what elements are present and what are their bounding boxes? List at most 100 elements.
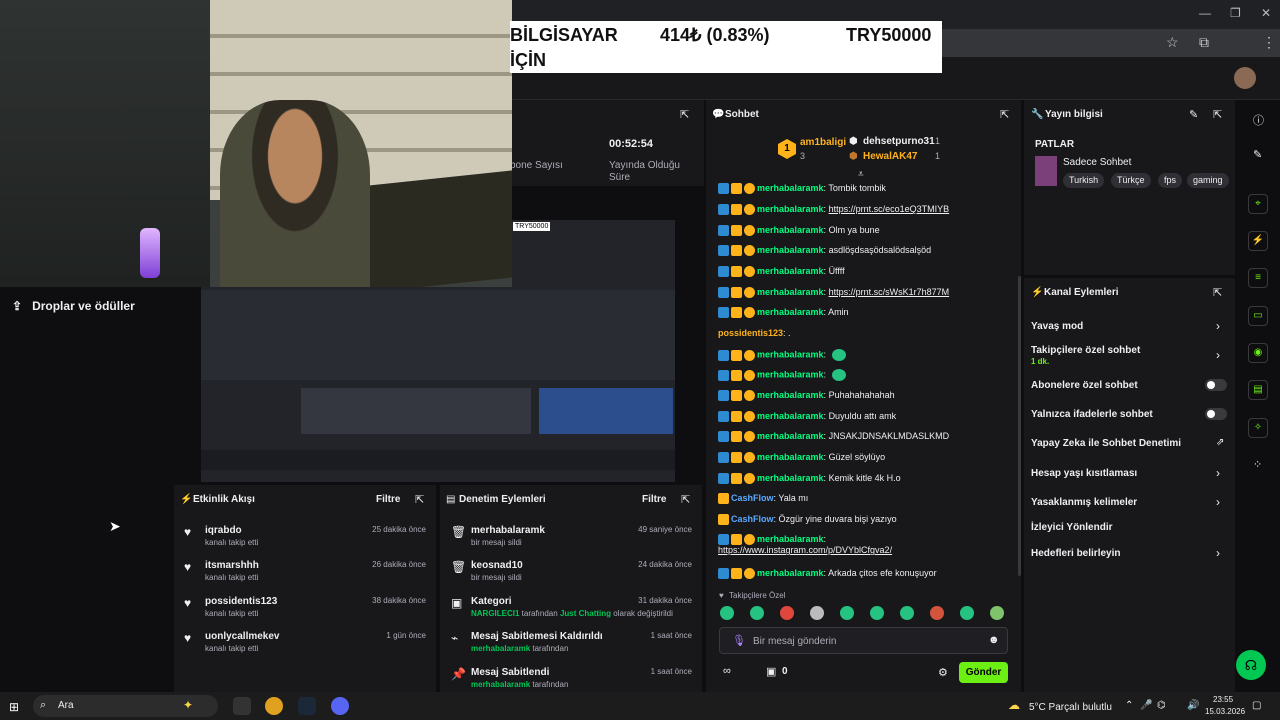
maximize-icon[interactable]: ❐ bbox=[1230, 6, 1241, 20]
extensions-icon[interactable]: ⧉ bbox=[1199, 34, 1209, 51]
popout-icon[interactable]: ⇱ bbox=[680, 108, 689, 121]
windows-start-icon[interactable]: ⊞ bbox=[9, 700, 19, 714]
goals-action[interactable]: Hedefleri belirleyin bbox=[1031, 548, 1120, 559]
close-icon[interactable]: ✕ bbox=[1261, 6, 1271, 20]
emote-icon[interactable] bbox=[960, 606, 974, 620]
chat-input[interactable]: 🎙 Bir mesaj gönderin ☻ bbox=[719, 627, 1008, 654]
emoji-icon[interactable]: ☻ bbox=[988, 634, 1000, 646]
emote-icon[interactable] bbox=[810, 606, 824, 620]
pencil-icon[interactable]: ✎ bbox=[1253, 148, 1262, 161]
steam-app-icon[interactable] bbox=[298, 697, 316, 715]
category-thumbnail[interactable] bbox=[1035, 156, 1057, 186]
focus-icon[interactable]: ⌖ bbox=[1248, 194, 1268, 214]
leader-name[interactable]: am1baligi bbox=[800, 137, 846, 148]
chevron-right-icon[interactable]: › bbox=[1216, 319, 1220, 333]
chrome-app-icon[interactable] bbox=[265, 697, 283, 715]
emote-icon[interactable] bbox=[930, 606, 944, 620]
chat-username[interactable]: merhabalaramk bbox=[757, 534, 824, 544]
obs-app-icon[interactable] bbox=[233, 697, 251, 715]
emote-icon[interactable] bbox=[900, 606, 914, 620]
list-icon[interactable]: ≡ bbox=[1248, 268, 1268, 288]
chat-username[interactable]: merhabalaramk bbox=[757, 431, 824, 441]
chat-username[interactable]: possidentis123 bbox=[718, 328, 783, 338]
banned-words-action[interactable]: Yasaklanmış kelimeler bbox=[1031, 497, 1137, 508]
chevron-down-icon[interactable]: ⩡ bbox=[858, 169, 864, 180]
send-button[interactable]: Gönder bbox=[959, 662, 1008, 683]
external-link-icon[interactable]: ⇗ bbox=[1216, 437, 1224, 448]
chevron-right-icon[interactable]: › bbox=[1216, 495, 1220, 509]
edit-pencil-icon[interactable]: ✎ bbox=[1189, 108, 1198, 121]
moderation-sub-user[interactable]: merhabalaramk bbox=[471, 644, 530, 653]
broadcast-icon[interactable]: ◉ bbox=[1248, 343, 1268, 363]
leader2-name[interactable]: dehsetpurno31 bbox=[863, 136, 935, 147]
layout-icon[interactable]: ▤ bbox=[1248, 380, 1268, 400]
tray-chevron-icon[interactable]: ⌃ bbox=[1125, 700, 1133, 711]
moderation-sub-user[interactable]: merhabalaramk bbox=[471, 680, 530, 689]
emote-icon[interactable] bbox=[720, 606, 734, 620]
actions-popout-icon[interactable]: ⇱ bbox=[1213, 286, 1222, 299]
chat-username[interactable]: merhabalaramk bbox=[757, 225, 824, 235]
moderation-popout-icon[interactable]: ⇱ bbox=[681, 493, 690, 506]
avatar[interactable] bbox=[1234, 67, 1256, 89]
moderation-filter-button[interactable]: Filtre bbox=[642, 494, 666, 505]
redirect-action[interactable]: İzleyici Yönlendir bbox=[1031, 522, 1113, 533]
emote-chat-toggle[interactable] bbox=[1205, 408, 1227, 420]
tag-pill[interactable]: fps bbox=[1158, 173, 1183, 188]
chat-username[interactable]: merhabalaramk bbox=[757, 369, 824, 379]
bookmark-star-icon[interactable]: ☆ bbox=[1166, 34, 1179, 51]
tag-pill[interactable]: gaming bbox=[1187, 173, 1229, 188]
info-icon[interactable]: ⓘ bbox=[1253, 112, 1264, 128]
chat-username[interactable]: merhabalaramk bbox=[757, 473, 824, 483]
chat-username[interactable]: CashFlow bbox=[731, 493, 774, 503]
clock-time[interactable]: 23:55 bbox=[1213, 695, 1233, 704]
emote-icon[interactable] bbox=[990, 606, 1004, 620]
chat-username[interactable]: merhabalaramk bbox=[757, 287, 824, 297]
mic-tray-icon[interactable]: 🎤 bbox=[1140, 700, 1152, 711]
emote-icon[interactable] bbox=[750, 606, 764, 620]
moderation-item-title[interactable]: keosnad10 bbox=[471, 560, 523, 571]
emote-icon[interactable] bbox=[870, 606, 884, 620]
chat-scrollbar[interactable] bbox=[1018, 276, 1021, 576]
notification-icon[interactable]: ▢ bbox=[1252, 700, 1261, 711]
chat-username[interactable]: merhabalaramk bbox=[757, 307, 824, 317]
tools-icon[interactable]: ✧ bbox=[1248, 418, 1268, 438]
chat-username[interactable]: CashFlow bbox=[731, 514, 774, 524]
taskbar-search[interactable]: ⌕ Ara ✦ bbox=[33, 695, 218, 717]
moderation-item-title[interactable]: merhabalaramk bbox=[471, 525, 545, 536]
chat-username[interactable]: merhabalaramk bbox=[757, 245, 824, 255]
network-icon[interactable]: ⌬ bbox=[1157, 700, 1166, 711]
chat-username[interactable]: merhabalaramk bbox=[757, 349, 824, 359]
settings-gear-icon[interactable]: ⚙ bbox=[938, 666, 948, 679]
moderation-item-title[interactable]: Mesaj Sabitlemesi Kaldırıldı bbox=[471, 631, 603, 642]
microphone-icon[interactable]: 🎙 bbox=[732, 634, 746, 647]
leader3-name[interactable]: HewalAK47 bbox=[863, 151, 917, 162]
infinity-icon[interactable]: ∞ bbox=[723, 665, 731, 677]
volume-icon[interactable]: 🔊 bbox=[1187, 700, 1199, 711]
discord-app-icon[interactable] bbox=[331, 697, 349, 715]
chat-username[interactable]: merhabalaramk bbox=[757, 411, 824, 421]
help-headset-icon[interactable]: ☊ bbox=[1236, 650, 1266, 680]
chevron-right-icon[interactable]: › bbox=[1216, 466, 1220, 480]
tag-pill[interactable]: Türkçe bbox=[1111, 173, 1151, 188]
emote-icon[interactable] bbox=[780, 606, 794, 620]
category-name[interactable]: Sadece Sohbet bbox=[1063, 157, 1131, 168]
moderation-sub-category[interactable]: Just Chatting bbox=[560, 609, 611, 618]
activity-user[interactable]: uonlycallmekev bbox=[205, 631, 279, 642]
menu-dots-icon[interactable]: ⋮ bbox=[1262, 34, 1276, 51]
slow-mode-action[interactable]: Yavaş mod bbox=[1031, 321, 1083, 332]
chat-popout-icon[interactable]: ⇱ bbox=[1000, 108, 1009, 121]
activity-user[interactable]: iqrabdo bbox=[205, 525, 242, 536]
chat-username[interactable]: merhabalaramk bbox=[757, 390, 824, 400]
chat-icon[interactable]: ▭ bbox=[1248, 306, 1268, 326]
moderation-item-title[interactable]: Kategori bbox=[471, 596, 512, 607]
chat-message-link[interactable]: https://www.instagram.com/p/DVYblCfgva2/ bbox=[718, 545, 892, 555]
followers-chat-action[interactable]: Takipçilere özel sohbet bbox=[1031, 345, 1140, 356]
activity-user[interactable]: itsmarshhh bbox=[205, 560, 259, 571]
age-limit-action[interactable]: Hesap yaşı kısıtlaması bbox=[1031, 468, 1137, 479]
minimize-icon[interactable]: — bbox=[1199, 6, 1211, 20]
chat-message-link[interactable]: https://prnt.sc/eco1eQ3TMIYB bbox=[829, 204, 950, 214]
chat-message-link[interactable]: https://prnt.sc/sWsK1r7h877M bbox=[829, 287, 950, 297]
chat-username[interactable]: merhabalaramk bbox=[757, 452, 824, 462]
chevron-right-icon[interactable]: › bbox=[1216, 546, 1220, 560]
info-popout-icon[interactable]: ⇱ bbox=[1213, 108, 1222, 121]
